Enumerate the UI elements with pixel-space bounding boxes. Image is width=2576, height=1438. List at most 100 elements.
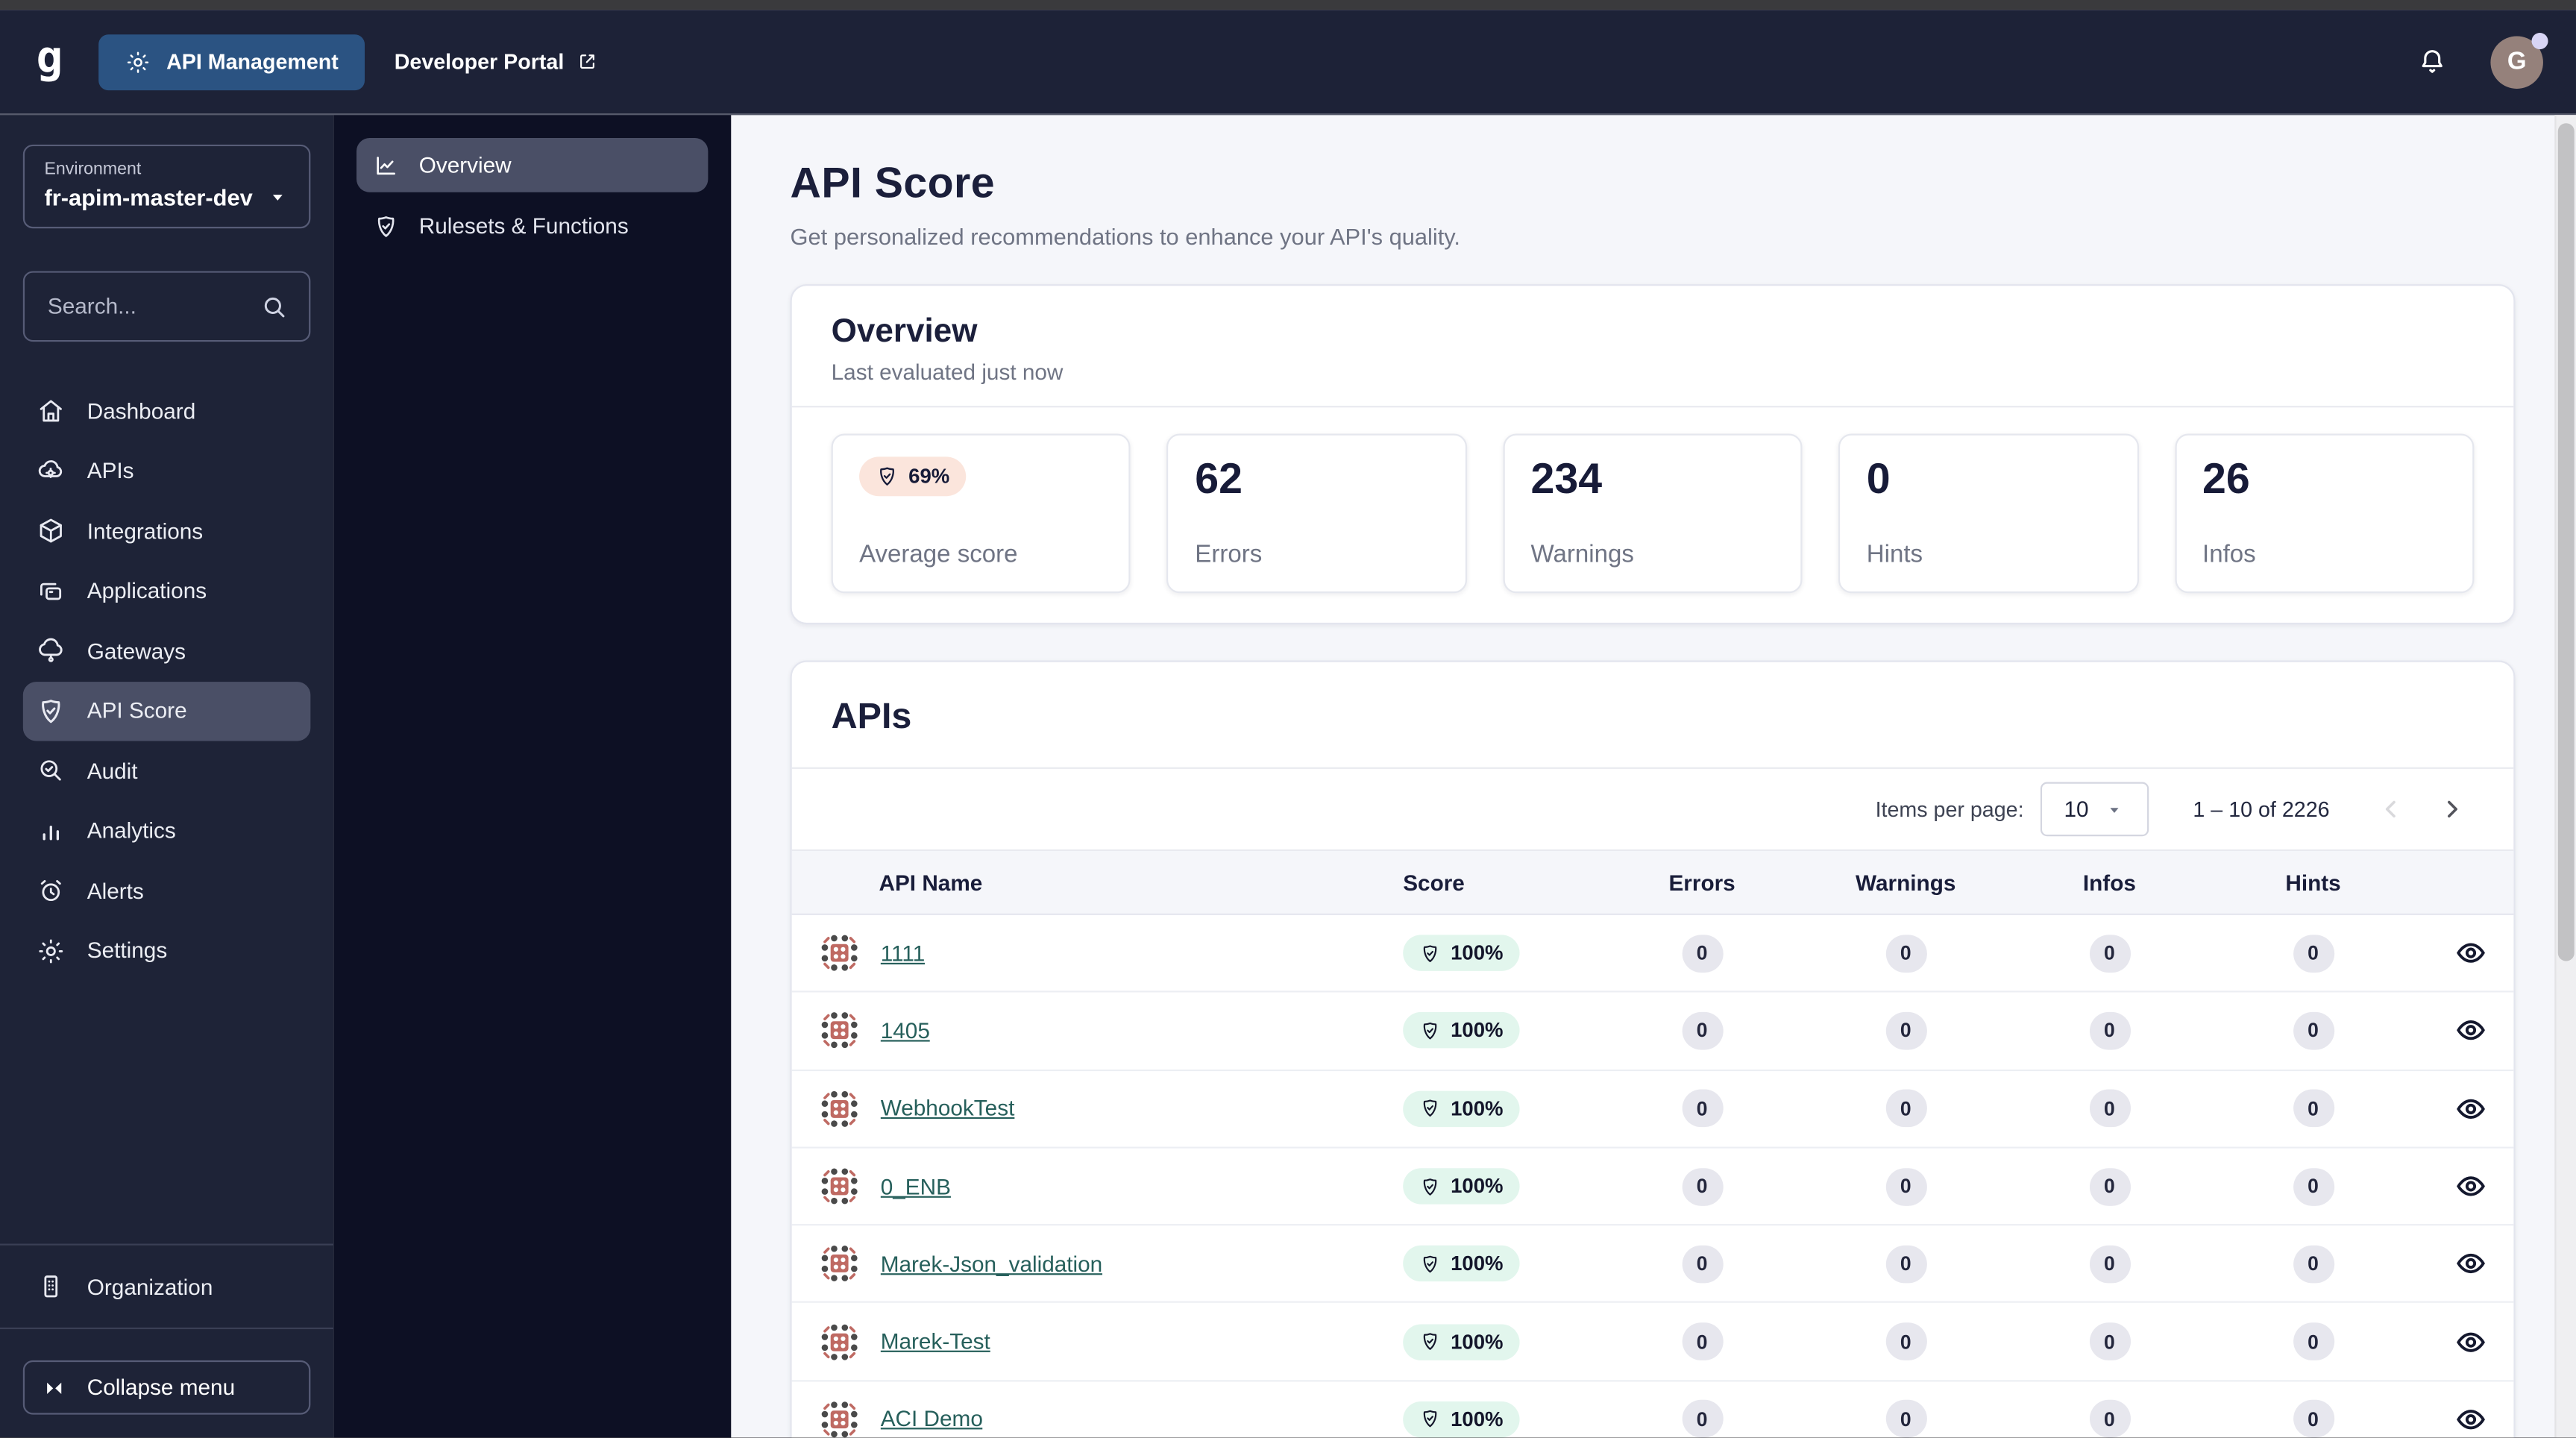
table-row: Marek-Json_validation 100% 0 0 0 0	[791, 1225, 2514, 1304]
gravitee-logo[interactable]: g	[36, 36, 63, 80]
stat-value: 26	[2202, 453, 2250, 503]
gear-icon	[125, 48, 151, 75]
collapse-menu-label: Collapse menu	[87, 1375, 236, 1400]
sidebar-item-applications[interactable]: Applications	[23, 561, 310, 621]
stat-label: Infos	[2202, 540, 2256, 569]
sidebar-item-apis[interactable]: APIs	[23, 441, 310, 500]
home-icon	[36, 396, 66, 426]
items-per-page-select[interactable]: 10	[2040, 782, 2149, 837]
infos-count: 0	[2088, 1167, 2130, 1205]
warnings-count: 0	[1885, 1089, 1926, 1128]
api-identicon	[818, 1243, 861, 1285]
user-avatar[interactable]: G	[2490, 31, 2548, 88]
api-identicon	[818, 1398, 861, 1437]
score-badge: 100%	[1403, 935, 1520, 972]
sidebar-item-label: Settings	[87, 938, 168, 964]
sidebar-item-organization[interactable]: Organization	[23, 1246, 310, 1328]
overview-stats: 69% Average score 62 Errors 234 Warnings…	[792, 407, 2514, 623]
view-api-button[interactable]	[2454, 1169, 2487, 1202]
api-name-link[interactable]: Marek-Json_validation	[881, 1252, 1103, 1276]
sidebar-item-settings[interactable]: Settings	[23, 921, 310, 981]
api-name-link[interactable]: WebhookTest	[881, 1096, 1015, 1121]
sidebar-item-alerts[interactable]: Alerts	[23, 861, 310, 920]
eye-icon	[2454, 1325, 2487, 1358]
table-header: API Name Score Errors Warnings Infos Hin…	[791, 849, 2514, 915]
sidebar-item-label: API Score	[87, 698, 187, 723]
api-name-link[interactable]: ACI Demo	[881, 1407, 983, 1432]
sidebar-item-integrations[interactable]: Integrations	[23, 501, 310, 561]
sidebar-search	[22, 271, 311, 342]
divider	[0, 1327, 334, 1330]
sidebar-item-analytics[interactable]: Analytics	[23, 801, 310, 861]
sidebar-menu: Dashboard APIs Integrations Applications…	[22, 381, 311, 981]
warnings-count: 0	[1885, 1167, 1926, 1205]
column-header-errors: Errors	[1668, 870, 1735, 895]
sidebar-item-dashboard[interactable]: Dashboard	[23, 381, 310, 441]
view-api-button[interactable]	[2454, 1092, 2487, 1125]
score-badge: 100%	[1403, 1090, 1520, 1127]
sidebar-item-audit[interactable]: Audit	[23, 741, 310, 800]
primary-sidebar: Environment fr-apim-master-dev Dashboard…	[0, 115, 334, 1438]
hints-count: 0	[2293, 1089, 2334, 1128]
chevron-down-icon	[2105, 800, 2125, 819]
topbar: g API Management Developer Portal G	[0, 10, 2576, 116]
sidebar-item-gateways[interactable]: Gateways	[23, 621, 310, 681]
eye-icon	[2454, 1403, 2487, 1436]
average-score-badge: 69%	[859, 456, 967, 497]
external-link-icon	[577, 51, 599, 72]
environment-selector[interactable]: Environment fr-apim-master-dev	[22, 144, 311, 229]
table-row: WebhookTest 100% 0 0 0 0	[791, 1070, 2514, 1149]
sidebar-item-label: Applications	[87, 578, 207, 603]
hints-count: 0	[2293, 1011, 2334, 1050]
view-api-button[interactable]	[2454, 1403, 2487, 1436]
bell-icon	[2416, 46, 2448, 78]
stat-card-hints: 0 Hints	[1838, 433, 2139, 594]
infos-count: 0	[2088, 1011, 2130, 1050]
warnings-count: 0	[1885, 1011, 1926, 1050]
sidebar-item-label: Audit	[87, 759, 138, 784]
scrollbar-thumb[interactable]	[2557, 123, 2575, 961]
api-name-link[interactable]: 0_ENB	[881, 1174, 951, 1199]
api-name-link[interactable]: Marek-Test	[881, 1329, 990, 1354]
api-management-label: API Management	[166, 49, 339, 75]
warnings-count: 0	[1885, 1400, 1926, 1438]
environment-value: fr-apim-master-dev	[44, 183, 253, 210]
view-api-button[interactable]	[2454, 1325, 2487, 1358]
search-check-icon	[36, 756, 66, 786]
cube-icon	[36, 516, 66, 546]
developer-portal-link[interactable]: Developer Portal	[395, 49, 599, 74]
line-chart-icon	[373, 152, 399, 178]
view-api-button[interactable]	[2454, 937, 2487, 970]
api-management-button[interactable]: API Management	[98, 34, 365, 90]
next-page-button[interactable]	[2440, 797, 2464, 821]
cloud-icon	[36, 636, 66, 666]
column-header-score: Score	[1403, 870, 1465, 895]
organization-label: Organization	[87, 1274, 213, 1299]
table-row: 1405 100% 0 0 0 0	[791, 993, 2514, 1071]
collapse-icon	[41, 1375, 67, 1401]
api-name-link[interactable]: 1111	[881, 941, 926, 965]
shield-check-icon	[373, 213, 399, 239]
stat-label: Warnings	[1530, 540, 1634, 569]
gear-icon	[36, 936, 66, 966]
previous-page-button[interactable]	[2379, 797, 2404, 821]
api-name-link[interactable]: 1405	[881, 1019, 930, 1043]
chevron-left-icon	[2379, 797, 2404, 821]
eye-icon	[2454, 1092, 2487, 1125]
errors-count: 0	[1681, 1089, 1723, 1128]
search-input[interactable]	[44, 292, 247, 321]
shield-check-icon	[1419, 1331, 1441, 1353]
overview-last-evaluated: Last evaluated just now	[831, 360, 1064, 385]
collapse-menu-button[interactable]: Collapse menu	[22, 1360, 311, 1415]
sidebar-item-label: Gateways	[87, 638, 186, 664]
sidebar-item-api-score[interactable]: API Score	[22, 681, 311, 741]
subnav-item-overview[interactable]: Overview	[356, 138, 709, 192]
subnav-item-label: Rulesets & Functions	[418, 213, 629, 239]
app-root: g API Management Developer Portal G Envi…	[0, 0, 2576, 1438]
api-identicon	[818, 1009, 861, 1052]
view-api-button[interactable]	[2454, 1014, 2487, 1047]
notifications-button[interactable]	[2416, 46, 2448, 78]
view-api-button[interactable]	[2454, 1248, 2487, 1281]
table-row: Marek-Test 100% 0 0 0 0	[791, 1303, 2514, 1382]
subnav-item-rulesets-functions[interactable]: Rulesets & Functions	[356, 199, 708, 254]
